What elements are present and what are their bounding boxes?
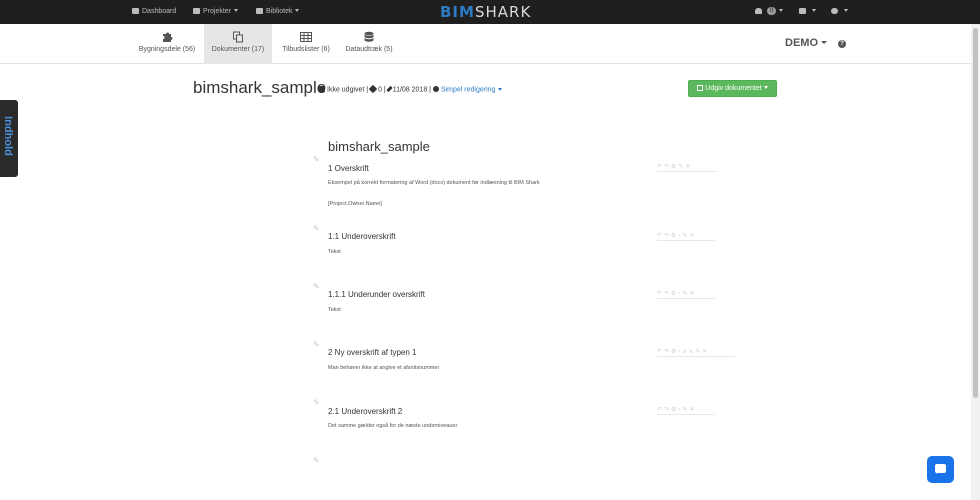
publish-button-label: Udgiv dokumentet	[705, 85, 762, 92]
workspace-menu[interactable]: DEMO	[785, 37, 827, 49]
database-icon	[364, 31, 374, 42]
edit-section-icon[interactable]: ✎	[313, 156, 321, 164]
section-toolbar[interactable]: ↶↷⚙‹✎✕	[657, 231, 715, 241]
caret-down-icon	[844, 9, 848, 12]
caret-down-icon	[812, 9, 816, 12]
add-section-icon[interactable]: ✎	[313, 457, 321, 465]
workspace-label: DEMO	[785, 37, 818, 49]
pencil-icon	[386, 85, 393, 93]
dashboard-label: Dashboard	[142, 8, 177, 15]
tab-dokumenter[interactable]: Dokumenter (17)	[204, 24, 272, 64]
content-title: bimshark_sample	[328, 139, 430, 154]
chat-bubble-tail	[936, 471, 939, 474]
document-meta: Ikke udgivet | 0 | 11/08 2018 | Simpel r…	[319, 84, 503, 94]
section-toolbar[interactable]: ↶↷⚙‹∧∨✎✕	[657, 347, 735, 357]
document-title: bimshark_sample	[193, 78, 327, 97]
brand-part-bim: BIM	[440, 3, 475, 21]
edit-section-icon[interactable]: ✎	[313, 283, 321, 291]
share-icon	[697, 84, 704, 91]
book-icon	[256, 7, 263, 14]
folder-icon	[193, 7, 200, 14]
project-subnav: Bygningsdele (56) Dokumenter (17) Tilbud…	[0, 24, 971, 64]
help-icon[interactable]: ?	[838, 40, 846, 48]
edit-section-icon[interactable]: ✎	[313, 399, 321, 407]
caret-down-icon	[763, 86, 768, 89]
section-heading: 1.1.1 Underunder overskrift	[328, 290, 425, 299]
contents-side-tab-label: Indhold	[2, 116, 14, 156]
library-menu[interactable]: Bibliotek	[256, 0, 300, 24]
dashboard-link[interactable]: Dashboard	[132, 0, 176, 24]
user-icon	[831, 7, 838, 14]
section-text: Tekst	[328, 249, 341, 255]
section-heading: 1 Overskrift	[328, 164, 369, 173]
section-toolbar[interactable]: ↶↷⚙‹✎✕	[657, 405, 715, 415]
tab-dataudtraek[interactable]: Dataudtræk (5)	[340, 24, 398, 64]
tab-bygningsdele-label: Bygningsdele (56)	[138, 46, 196, 53]
section-text: Det samme gælder også for de næste under…	[328, 423, 458, 429]
tab-bygningsdele[interactable]: Bygningsdele (56)	[134, 24, 200, 64]
tab-tilbudslister-label: Tilbudslister (6)	[282, 46, 330, 53]
section-placeholder-field: [Project.Owner.Name]	[328, 201, 382, 207]
tab-dokumenter-label: Dokumenter (17)	[211, 46, 265, 53]
chat-widget-button[interactable]	[927, 456, 954, 483]
puzzle-icon	[163, 32, 173, 42]
tab-dataudtraek-label: Dataudtræk (5)	[345, 46, 393, 53]
user-menu[interactable]	[831, 0, 848, 24]
section-text: Man behøver ikke at angive et afsnitsnum…	[328, 365, 440, 371]
section-toolbar[interactable]: ↶↷⚙✎✕	[657, 162, 717, 172]
notifications-menu[interactable]: 0	[755, 0, 784, 24]
share-icon	[319, 86, 325, 92]
tab-tilbudslister[interactable]: Tilbudslister (6)	[276, 24, 336, 64]
dashboard-icon	[132, 7, 139, 14]
edit-mode-dropdown[interactable]: Simpel redigering	[441, 87, 495, 94]
section-heading: 2 Ny overskrift af typen 1	[328, 348, 417, 357]
home-menu[interactable]	[799, 0, 816, 24]
tag-count[interactable]: 0	[378, 87, 382, 94]
documents-icon	[233, 31, 243, 43]
section-heading: 1.1 Underoverskrift	[328, 232, 396, 241]
projects-label: Projekter	[203, 8, 232, 15]
caret-down-icon	[295, 9, 300, 12]
caret-down-icon	[821, 41, 827, 44]
caret-down-icon	[234, 9, 239, 12]
bell-icon	[755, 7, 762, 14]
section-heading: 2.1 Underoverskrift 2	[328, 407, 403, 416]
section-toolbar[interactable]: ↶↷⚙‹✎✕	[657, 289, 715, 299]
eye-icon	[432, 86, 439, 92]
projects-menu[interactable]: Projekter	[193, 0, 239, 24]
tag-icon	[368, 84, 378, 94]
top-navbar: Dashboard Projekter Bibliotek BIMSHARK 0	[0, 0, 980, 24]
brand-part-shark: SHARK	[474, 3, 532, 21]
modified-date: 11/08 2018	[392, 86, 428, 94]
publish-status: Ikke udgivet	[327, 86, 365, 94]
library-label: Bibliotek	[266, 8, 293, 15]
notifications-badge: 0	[767, 7, 777, 15]
brand-logo[interactable]: BIMSHARK	[440, 3, 531, 21]
section-text: Tekst	[328, 307, 341, 313]
home-icon	[799, 7, 806, 14]
section-text: Eksempel på korrekt formatering af Word …	[328, 180, 540, 186]
page-scrollbar[interactable]	[971, 24, 980, 500]
table-icon	[300, 32, 312, 42]
edit-section-icon[interactable]: ✎	[313, 341, 321, 349]
scrollbar-thumb[interactable]	[973, 28, 978, 398]
contents-side-tab[interactable]: Indhold	[0, 100, 18, 177]
caret-down-icon	[779, 9, 784, 12]
publish-document-button[interactable]: Udgiv dokumentet	[688, 80, 777, 97]
caret-down-icon	[498, 87, 503, 91]
edit-section-icon[interactable]: ✎	[313, 225, 321, 233]
